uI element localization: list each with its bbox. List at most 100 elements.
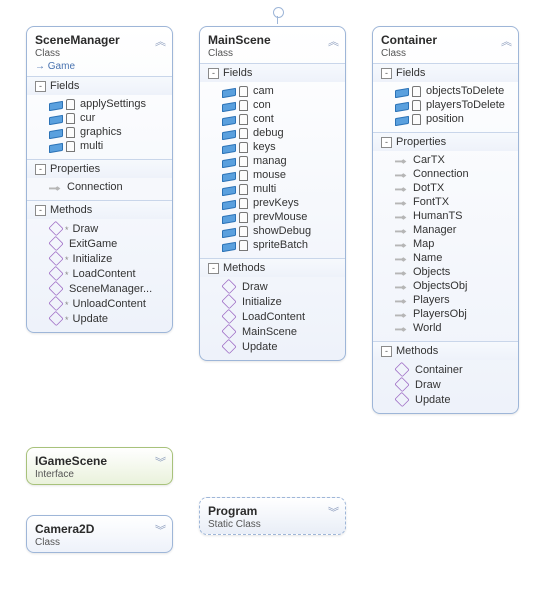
- method-item[interactable]: LoadContent: [206, 309, 341, 324]
- toggle-icon[interactable]: -: [35, 81, 46, 92]
- field-item[interactable]: cur: [33, 111, 168, 125]
- method-icon: [48, 281, 63, 296]
- fields-list: applySettings cur graphics multi: [27, 95, 172, 159]
- property-item[interactable]: ObjectsObj: [379, 279, 514, 293]
- toggle-icon[interactable]: -: [35, 205, 46, 216]
- section-properties[interactable]: -Properties: [373, 132, 518, 151]
- property-item[interactable]: Name: [379, 251, 514, 265]
- method-item[interactable]: *UnloadContent: [33, 296, 168, 311]
- toggle-icon[interactable]: -: [381, 68, 392, 79]
- expand-icon[interactable]: ︾: [328, 504, 339, 520]
- field-item[interactable]: cam: [206, 84, 341, 98]
- class-header: SceneManager Class Game ︽: [27, 27, 172, 76]
- field-item[interactable]: keys: [206, 140, 341, 154]
- method-item[interactable]: Initialize: [206, 294, 341, 309]
- method-icon: [48, 251, 63, 266]
- field-item[interactable]: showDebug: [206, 224, 341, 238]
- property-item[interactable]: Connection: [33, 180, 168, 194]
- member-label: graphics: [80, 126, 122, 138]
- property-item[interactable]: PlayersObj: [379, 307, 514, 321]
- member-label: keys: [253, 141, 276, 153]
- property-item[interactable]: Players: [379, 293, 514, 307]
- field-item[interactable]: mouse: [206, 168, 341, 182]
- lock-icon: [412, 100, 421, 111]
- property-item[interactable]: Objects: [379, 265, 514, 279]
- method-icon: [394, 392, 409, 407]
- method-item[interactable]: MainScene: [206, 324, 341, 339]
- method-item[interactable]: SceneManager...: [33, 281, 168, 296]
- field-item[interactable]: position: [379, 112, 514, 126]
- field-item[interactable]: multi: [206, 182, 341, 196]
- toggle-icon[interactable]: -: [208, 263, 219, 274]
- toggle-icon[interactable]: -: [381, 137, 392, 148]
- property-item[interactable]: World: [379, 321, 514, 335]
- method-item[interactable]: *Update: [33, 311, 168, 326]
- method-item[interactable]: Draw: [379, 377, 514, 392]
- section-label: Methods: [223, 262, 265, 274]
- method-icon: [221, 324, 236, 339]
- field-item[interactable]: playersToDelete: [379, 98, 514, 112]
- base-class-link[interactable]: Game: [35, 61, 75, 72]
- property-item[interactable]: CarTX: [379, 153, 514, 167]
- member-label: spriteBatch: [253, 239, 308, 251]
- field-item[interactable]: multi: [33, 139, 168, 153]
- class-scenemanager[interactable]: SceneManager Class Game ︽ -Fields applyS…: [26, 26, 173, 333]
- member-label: cur: [80, 112, 95, 124]
- method-item[interactable]: Update: [379, 392, 514, 407]
- class-mainscene[interactable]: MainScene Class ︽ -Fields cam con cont d…: [199, 26, 346, 361]
- property-item[interactable]: Manager: [379, 223, 514, 237]
- diagram-canvas: SceneManager Class Game ︽ -Fields applyS…: [12, 12, 537, 595]
- toggle-icon[interactable]: -: [208, 68, 219, 79]
- override-icon: *: [65, 315, 69, 325]
- member-label: debug: [253, 127, 284, 139]
- field-item[interactable]: manag: [206, 154, 341, 168]
- property-item[interactable]: Map: [379, 237, 514, 251]
- section-fields[interactable]: -Fields: [200, 63, 345, 82]
- class-camera2d[interactable]: Camera2D Class ︾: [26, 515, 173, 553]
- lock-icon: [239, 240, 248, 251]
- field-item[interactable]: con: [206, 98, 341, 112]
- method-item[interactable]: *Initialize: [33, 251, 168, 266]
- wrench-icon: [395, 325, 407, 334]
- field-item[interactable]: debug: [206, 126, 341, 140]
- section-fields[interactable]: -Fields: [27, 76, 172, 95]
- field-item[interactable]: cont: [206, 112, 341, 126]
- method-item[interactable]: Container: [379, 362, 514, 377]
- toggle-icon[interactable]: -: [381, 346, 392, 357]
- collapse-icon[interactable]: ︽: [501, 33, 512, 49]
- method-item[interactable]: ExitGame: [33, 236, 168, 251]
- property-item[interactable]: FontTX: [379, 195, 514, 209]
- class-program[interactable]: Program Static Class ︾: [199, 497, 346, 535]
- field-item[interactable]: objectsToDelete: [379, 84, 514, 98]
- field-icon: [49, 114, 63, 124]
- section-methods[interactable]: -Methods: [200, 258, 345, 277]
- collapse-icon[interactable]: ︽: [328, 33, 339, 49]
- field-item[interactable]: prevKeys: [206, 196, 341, 210]
- toggle-icon[interactable]: -: [35, 164, 46, 175]
- property-item[interactable]: HumanTS: [379, 209, 514, 223]
- class-container[interactable]: Container Class ︽ -Fields objectsToDelet…: [372, 26, 519, 414]
- expand-icon[interactable]: ︾: [155, 454, 166, 470]
- property-item[interactable]: DotTX: [379, 181, 514, 195]
- expand-icon[interactable]: ︾: [155, 522, 166, 538]
- wrench-icon: [395, 255, 407, 264]
- method-item[interactable]: Update: [206, 339, 341, 354]
- field-icon: [222, 227, 236, 237]
- section-properties[interactable]: -Properties: [27, 159, 172, 178]
- method-item[interactable]: *LoadContent: [33, 266, 168, 281]
- connector-endpoint: [273, 7, 284, 18]
- method-item[interactable]: *Draw: [33, 221, 168, 236]
- collapse-icon[interactable]: ︽: [155, 33, 166, 49]
- method-item[interactable]: Draw: [206, 279, 341, 294]
- section-fields[interactable]: -Fields: [373, 63, 518, 82]
- section-methods[interactable]: -Methods: [27, 200, 172, 219]
- field-item[interactable]: spriteBatch: [206, 238, 341, 252]
- section-methods[interactable]: -Methods: [373, 341, 518, 360]
- property-item[interactable]: Connection: [379, 167, 514, 181]
- member-label: SceneManager...: [69, 283, 152, 295]
- field-item[interactable]: applySettings: [33, 97, 168, 111]
- field-item[interactable]: prevMouse: [206, 210, 341, 224]
- field-icon: [222, 157, 236, 167]
- interface-igamescene[interactable]: IGameScene Interface ︾: [26, 447, 173, 485]
- field-item[interactable]: graphics: [33, 125, 168, 139]
